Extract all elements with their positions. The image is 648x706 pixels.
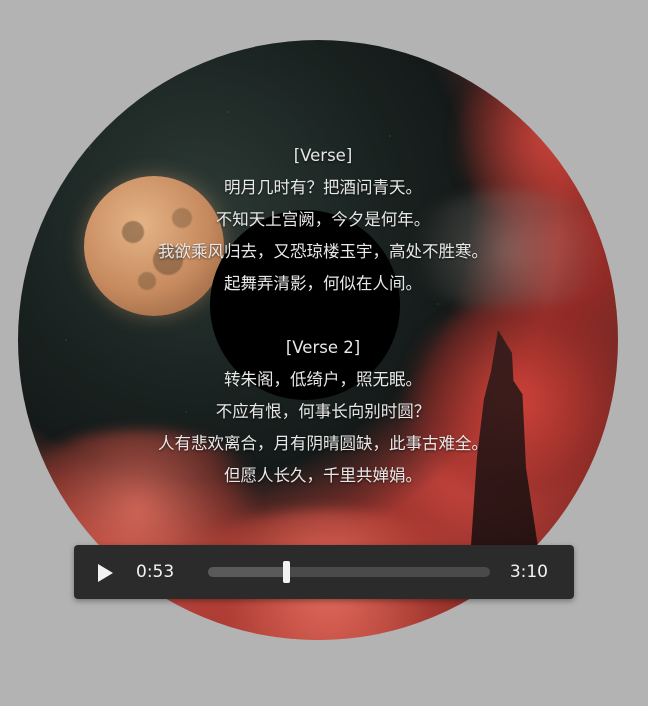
lyric-line: 我欲乘风归去，又恐琼楼玉宇，高处不胜寒。 <box>158 242 488 261</box>
lyric-line: 不知天上宫阙，今夕是何年。 <box>215 210 431 229</box>
audio-player: 0:53 3:10 <box>74 545 574 599</box>
lyric-section-label: [Verse] <box>293 146 353 165</box>
lyric-line: 明月几时有？把酒问青天。 <box>224 178 422 197</box>
progress-thumb[interactable] <box>283 561 291 583</box>
lyrics-block: [Verse] 明月几时有？把酒问青天。 不知天上宫阙，今夕是何年。 我欲乘风归… <box>18 140 628 492</box>
current-time: 0:53 <box>136 562 175 582</box>
progress-fill <box>208 567 287 577</box>
total-time: 3:10 <box>509 562 548 582</box>
lyric-spacer <box>18 300 628 332</box>
lyric-line: 人有悲欢离合，月有阴晴圆缺，此事古难全。 <box>158 434 488 453</box>
progress-track[interactable] <box>208 561 490 583</box>
lyric-line: 不应有恨，何事长向别时圆？ <box>215 402 431 421</box>
play-button[interactable] <box>92 559 118 585</box>
lyric-line: 起舞弄清影，何似在人间。 <box>224 274 422 293</box>
play-icon <box>98 564 113 582</box>
stage: [Verse] 明月几时有？把酒问青天。 不知天上宫阙，今夕是何年。 我欲乘风归… <box>0 0 648 706</box>
lyric-line: 但愿人长久，千里共婵娟。 <box>224 466 422 485</box>
lyric-line: 转朱阁，低绮户，照无眠。 <box>224 370 422 389</box>
lyric-section-label: [Verse 2] <box>285 338 361 357</box>
